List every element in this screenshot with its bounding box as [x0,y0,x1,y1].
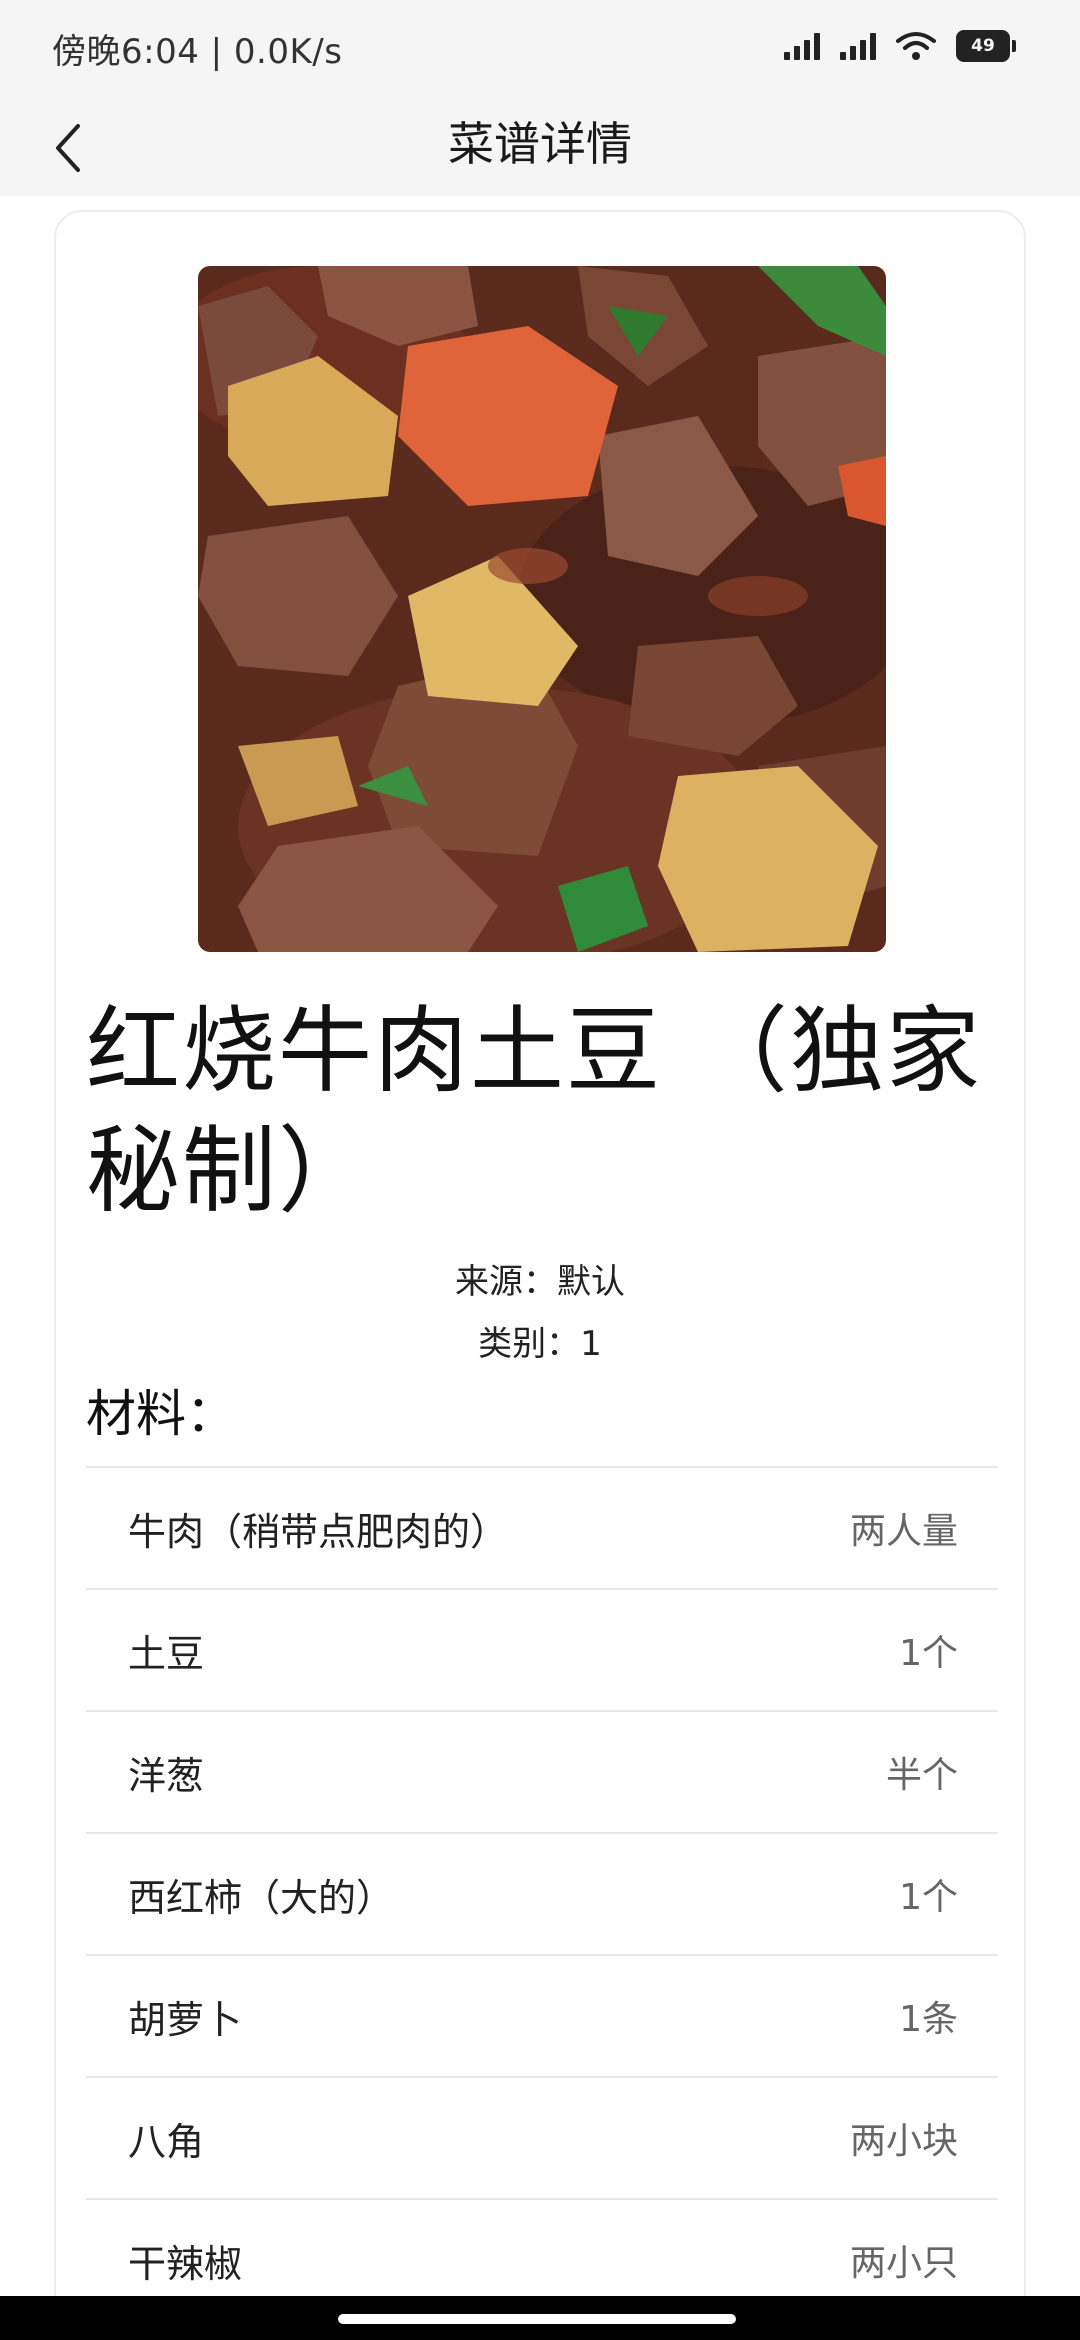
ingredient-row: 牛肉（稍带点肥肉的） 两人量 [86,1468,998,1590]
ingredient-row: 西红柿（大的） 1个 [86,1834,998,1956]
signal-icon [840,32,876,60]
ingredient-amount: 两小块 [849,2121,958,2162]
ingredient-row: 干辣椒 两小只 [86,2200,998,2296]
ingredient-name: 西红柿（大的） [128,1875,395,1920]
home-indicator[interactable] [338,2314,736,2324]
recipe-card: 红烧牛肉土豆 （独家秘制） 来源：默认 类别：1 材料： 牛肉（稍带点肥肉的） … [54,210,1026,2296]
wifi-icon [896,31,936,61]
ingredient-name: 胡萝卜 [128,1997,243,2042]
ingredient-amount: 1个 [899,1633,958,1674]
materials-heading: 材料： [86,1385,236,1443]
status-time: 傍晚6:04 | 0.0K/s [52,32,343,72]
scroll-content[interactable]: 红烧牛肉土豆 （独家秘制） 来源：默认 类别：1 材料： 牛肉（稍带点肥肉的） … [0,196,1080,2296]
ingredient-row: 胡萝卜 1条 [86,1956,998,2078]
ingredient-amount: 1个 [899,1877,958,1918]
status-icons: 49 [784,30,1016,62]
ingredient-list: 牛肉（稍带点肥肉的） 两人量 土豆 1个 洋葱 半个 西红柿（大的） 1个 胡萝… [86,1466,998,2296]
recipe-image [198,266,886,952]
ingredient-name: 洋葱 [128,1753,205,1798]
ingredient-row: 洋葱 半个 [86,1712,998,1834]
ingredient-row: 八角 两小块 [86,2078,998,2200]
status-bar: 傍晚6:04 | 0.0K/s 49 [0,0,1080,96]
recipe-title: 红烧牛肉土豆 （独家秘制） [86,997,982,1226]
ingredient-row: 土豆 1个 [86,1590,998,1712]
page-title: 菜谱详情 [448,117,632,171]
ingredient-name: 八角 [128,2119,205,2164]
recipe-category: 类别：1 [478,1324,602,1364]
battery-icon: 49 [956,30,1016,62]
ingredient-amount: 两人量 [849,1511,958,1552]
ingredient-amount: 半个 [885,1755,958,1796]
ingredient-name: 土豆 [128,1631,205,1676]
system-nav-bar [0,2296,1080,2340]
recipe-source: 来源：默认 [455,1262,625,1302]
ingredient-amount: 1条 [899,1999,958,2040]
battery-level: 49 [971,36,995,56]
signal-icon [784,32,820,60]
app-bar: 菜谱详情 [0,96,1080,196]
ingredient-name: 牛肉（稍带点肥肉的） [128,1509,509,1554]
ingredient-name: 干辣椒 [128,2241,243,2286]
ingredient-amount: 两小只 [849,2243,958,2284]
